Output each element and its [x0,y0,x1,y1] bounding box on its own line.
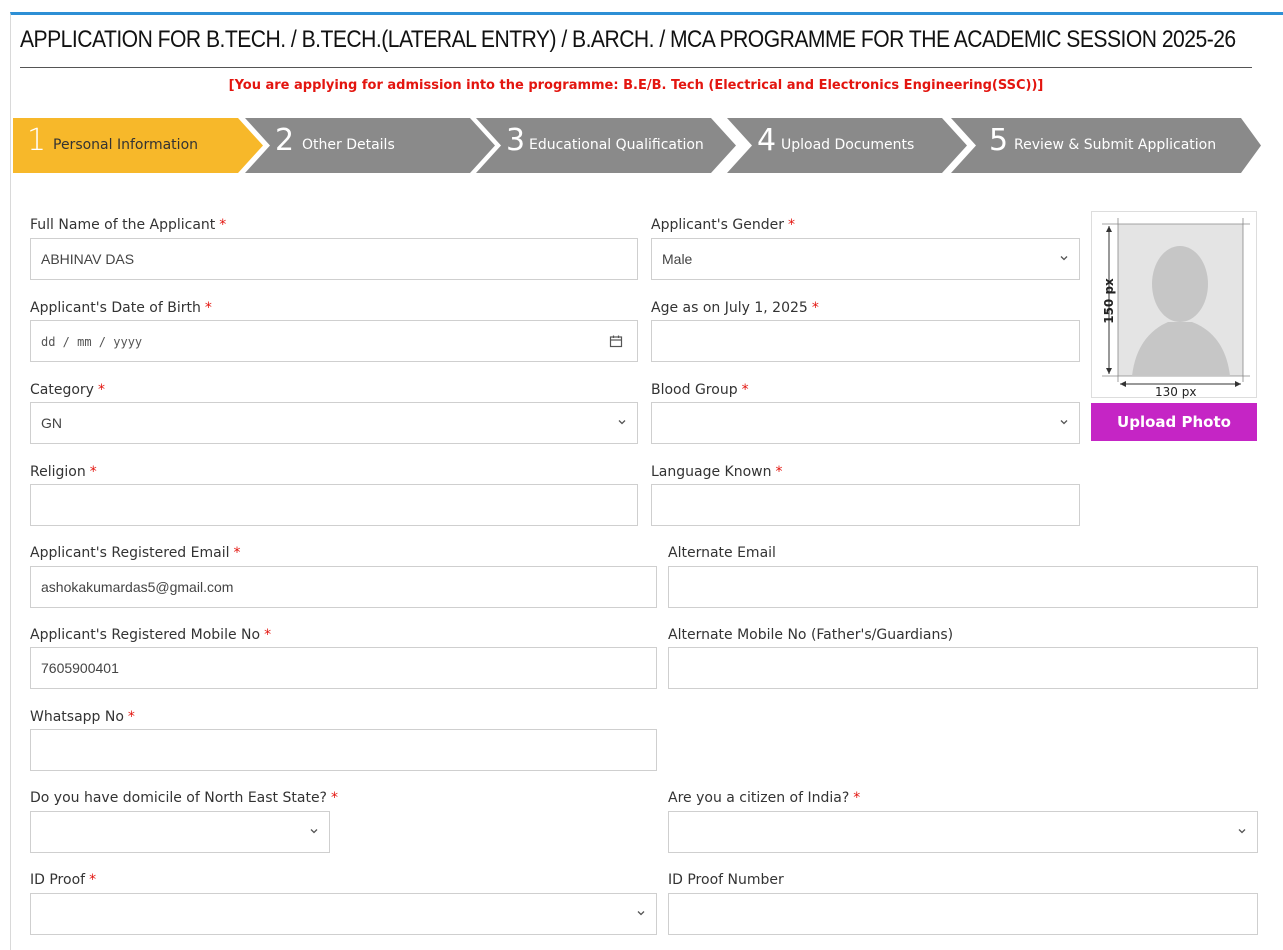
gender-label: Applicant's Gender * [651,217,795,233]
category-label: Category * [30,382,105,398]
alt-mobile-label: Alternate Mobile No (Father's/Guardians) [668,627,954,643]
programme-note: [You are applying for admission into the… [228,78,1044,93]
silhouette-icon [1102,218,1250,387]
mobile-label: Applicant's Registered Mobile No * [30,627,272,643]
photo-height-label: 150 px [1101,278,1116,324]
domicile-label: Do you have domicile of North East State… [30,790,338,806]
step-number: 5 [989,123,1009,158]
step-number: 3 [506,123,526,158]
language-label: Language Known * [651,464,783,480]
id-proof-number-input[interactable] [668,893,1258,935]
step-personal-information[interactable]: 1 Personal Information [13,118,263,173]
gender-select[interactable]: Male [651,238,1080,280]
alt-mobile-input[interactable] [668,647,1258,689]
photo-placeholder: 150 px 130 px [1091,211,1257,399]
email-label: Applicant's Registered Email * [30,545,241,561]
photo-width-label: 130 px [1155,385,1197,399]
dob-input[interactable]: dd / mm / yyyy [30,320,638,362]
step-review-submit[interactable]: 5 Review & Submit Application [951,118,1261,173]
step-other-details[interactable]: 2 Other Details [245,118,495,173]
domicile-select[interactable] [30,811,330,853]
alt-email-input[interactable] [668,566,1258,608]
chevron-down-icon [1060,256,1068,261]
step-label: Personal Information [53,137,199,153]
step-label: Other Details [302,137,395,153]
blood-group-select[interactable] [651,402,1080,444]
step-upload-documents[interactable]: 4 Upload Documents [727,118,967,173]
id-proof-label: ID Proof * [30,872,97,888]
whatsapp-label: Whatsapp No * [30,709,135,725]
chevron-down-icon [618,420,626,425]
page-title: APPLICATION FOR B.TECH. / B.TECH.(LATERA… [20,26,1236,53]
step-label: Review & Submit Application [1014,137,1217,153]
language-input[interactable] [651,484,1080,526]
id-proof-number-label: ID Proof Number [668,872,784,888]
progress-stepper: 1 Personal Information 2 Other Details 3… [13,118,1261,173]
full-name-input[interactable]: ABHINAV DAS [30,238,638,280]
citizen-select[interactable] [668,811,1258,853]
step-label: Educational Qualification [529,137,704,153]
step-number: 4 [757,123,777,158]
blood-group-label: Blood Group * [651,382,749,398]
religion-label: Religion * [30,464,97,480]
id-proof-select[interactable] [30,893,657,935]
email-input[interactable]: ashokakumardas5@gmail.com [30,566,657,608]
mobile-input[interactable]: 7605900401 [30,647,657,689]
citizen-label: Are you a citizen of India? * [668,790,861,806]
category-select[interactable]: GN [30,402,638,444]
step-label: Upload Documents [781,137,915,153]
title-divider [20,67,1252,68]
step-number: 1 [27,123,47,158]
upload-photo-button[interactable]: Upload Photo [1091,403,1257,441]
whatsapp-input[interactable] [30,729,657,771]
full-name-label: Full Name of the Applicant * [30,217,227,233]
calendar-icon[interactable] [609,334,623,348]
age-label: Age as on July 1, 2025 * [651,300,819,316]
chevron-down-icon [310,829,318,834]
dob-label: Applicant's Date of Birth * [30,300,212,316]
chevron-down-icon [1238,829,1246,834]
alt-email-label: Alternate Email [668,545,776,561]
step-number: 2 [275,123,295,158]
age-input[interactable] [651,320,1080,362]
step-educational-qualification[interactable]: 3 Educational Qualification [476,118,736,173]
chevron-down-icon [1060,420,1068,425]
chevron-down-icon [637,911,645,916]
religion-input[interactable] [30,484,638,526]
